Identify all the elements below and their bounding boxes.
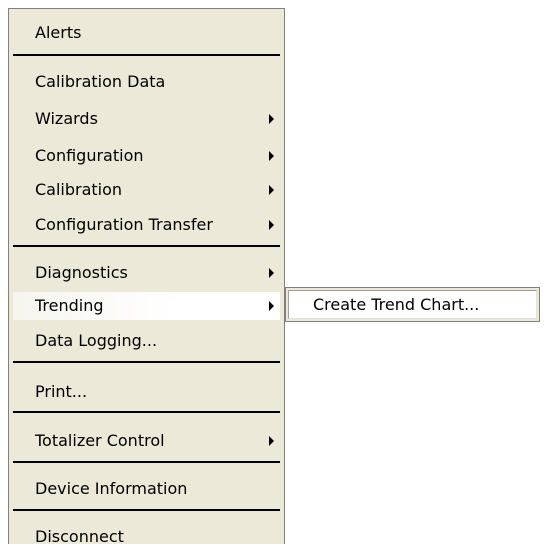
menu-separator xyxy=(13,361,280,363)
menu-item-trending[interactable]: Trending xyxy=(13,292,280,320)
menu-item-configuration[interactable]: Configuration xyxy=(13,142,280,170)
menu-item-totalizer-control[interactable]: Totalizer Control xyxy=(13,427,280,455)
menu-item-data-logging[interactable]: Data Logging... xyxy=(13,327,280,355)
menu-item-calibration-data[interactable]: Calibration Data xyxy=(13,68,280,96)
menu-separator xyxy=(13,461,280,463)
menu-item-label: Alerts xyxy=(35,23,82,42)
submenu-arrow-icon xyxy=(269,436,274,446)
submenu-arrow-icon xyxy=(269,114,274,124)
menu-item-disconnect[interactable]: Disconnect xyxy=(13,523,280,551)
menu-item-label: Wizards xyxy=(35,109,98,128)
menu-item-configuration-transfer[interactable]: Configuration Transfer xyxy=(13,211,280,239)
menu-item-label: Calibration Data xyxy=(35,72,166,91)
menu-item-label: Trending xyxy=(35,296,104,315)
menu-item-calibration[interactable]: Calibration xyxy=(13,176,280,204)
menu-item-label: Totalizer Control xyxy=(35,431,165,450)
trending-submenu: Create Trend Chart... xyxy=(285,287,540,322)
submenu-arrow-icon xyxy=(269,151,274,161)
menu-item-label: Configuration xyxy=(35,146,144,165)
submenu-arrow-icon xyxy=(269,185,274,195)
submenu-arrow-icon xyxy=(269,268,274,278)
menu-separator xyxy=(13,509,280,511)
menu-item-diagnostics[interactable]: Diagnostics xyxy=(13,259,280,287)
menu-item-device-information[interactable]: Device Information xyxy=(13,475,280,503)
submenu-arrow-icon xyxy=(269,220,274,230)
menu-item-label: Calibration xyxy=(35,180,123,199)
menu-item-label: Diagnostics xyxy=(35,263,128,282)
menu-separator xyxy=(13,54,280,56)
menu-item-label: Data Logging... xyxy=(35,331,158,350)
menu-item-label: Disconnect xyxy=(35,527,124,546)
menu-item-label: Create Trend Chart... xyxy=(313,295,480,314)
menu-item-alerts[interactable]: Alerts xyxy=(13,19,280,47)
menu-separator xyxy=(13,411,280,413)
submenu-arrow-icon xyxy=(269,301,274,311)
menu-item-label: Configuration Transfer xyxy=(35,215,213,234)
menu-separator xyxy=(13,245,280,247)
menu-item-wizards[interactable]: Wizards xyxy=(13,105,280,133)
menu-item-create-trend-chart[interactable]: Create Trend Chart... xyxy=(288,290,537,319)
menu-item-print[interactable]: Print... xyxy=(13,378,280,406)
menu-item-label: Device Information xyxy=(35,479,188,498)
menu-item-label: Print... xyxy=(35,382,88,401)
context-menu: Alerts Calibration Data Wizards Configur… xyxy=(8,8,285,546)
